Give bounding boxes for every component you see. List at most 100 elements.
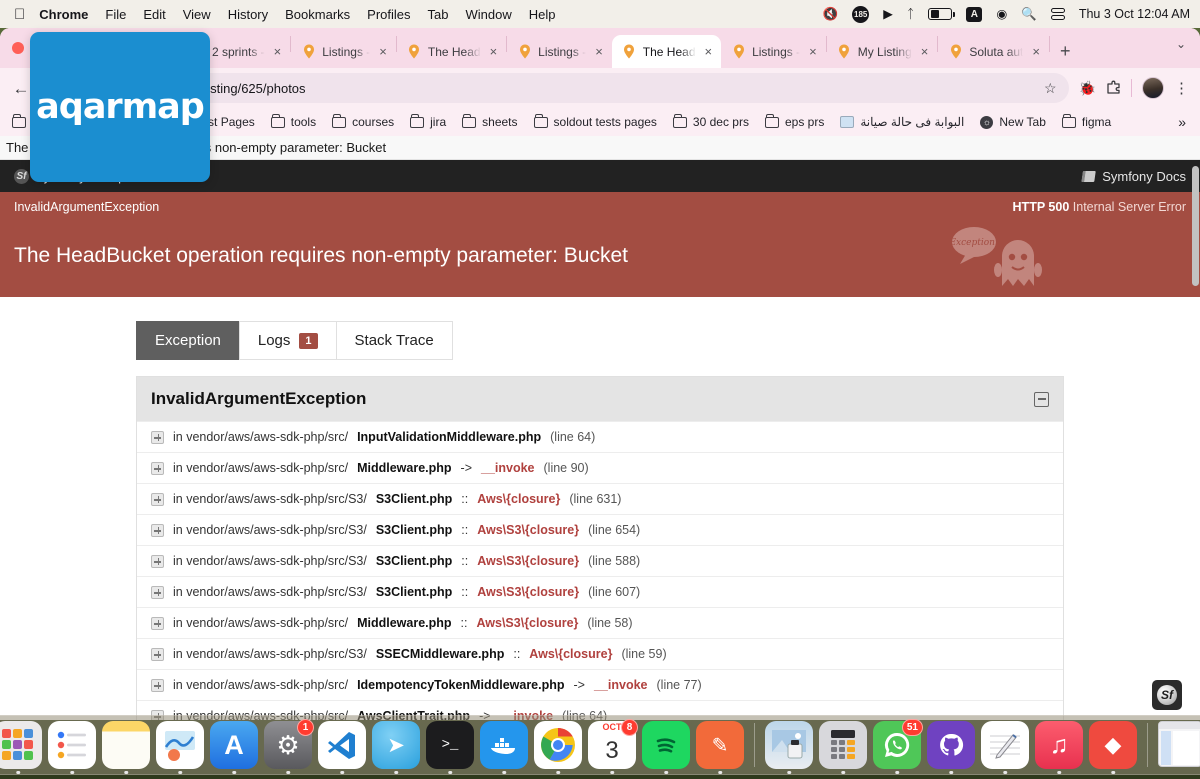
- table-row[interactable]: in vendor/aws/aws-sdk-php/src/Idempotenc…: [137, 669, 1063, 701]
- menu-item-profiles[interactable]: Profiles: [367, 7, 410, 22]
- menu-item-tab[interactable]: Tab: [428, 7, 449, 22]
- chevron-down-icon[interactable]: ⌄: [1166, 35, 1200, 53]
- dock-item-freeform[interactable]: [156, 721, 204, 774]
- bookmark-sheets[interactable]: sheets: [462, 113, 518, 129]
- menu-item-file[interactable]: File: [105, 7, 126, 22]
- dock-item-reminders[interactable]: [48, 721, 96, 774]
- apple-menu-icon[interactable]: : [14, 7, 25, 22]
- extensions-icon[interactable]: [1106, 80, 1121, 97]
- menu-item-window[interactable]: Window: [466, 7, 512, 22]
- wifi-icon[interactable]: ◉: [996, 8, 1007, 21]
- dock-item-preview[interactable]: [765, 721, 813, 774]
- expand-icon[interactable]: [151, 461, 164, 475]
- table-row[interactable]: in vendor/aws/aws-sdk-php/src/S3/S3Clien…: [137, 514, 1063, 546]
- menu-item-help[interactable]: Help: [529, 7, 556, 22]
- close-tab-icon[interactable]: ×: [918, 45, 932, 58]
- bookmark-portal-maintenance[interactable]: البوابة فى حالة صيانة: [840, 115, 964, 129]
- dock-item-notes[interactable]: [102, 721, 150, 774]
- bookmark-courses[interactable]: courses: [332, 113, 394, 129]
- bookmark-30-dec-prs[interactable]: 30 dec prs: [672, 113, 749, 129]
- menu-item-view[interactable]: View: [183, 7, 211, 22]
- dock-item-textedit[interactable]: [981, 721, 1029, 774]
- dock-item-app-store[interactable]: A: [210, 721, 258, 774]
- bookmark-jira[interactable]: jira: [410, 113, 446, 129]
- bookmark-figma[interactable]: figma: [1061, 113, 1111, 129]
- browser-tab[interactable]: Listings - ×: [507, 35, 612, 68]
- dock-item-minimized-window[interactable]: [1158, 721, 1200, 769]
- bookmark-soldout-tests-pages[interactable]: soldout tests pages: [533, 113, 657, 129]
- close-tab-icon[interactable]: ×: [592, 45, 606, 58]
- table-row[interactable]: in vendor/aws/aws-sdk-php/src/S3/SSECMid…: [137, 638, 1063, 670]
- close-tab-icon[interactable]: ×: [806, 45, 820, 58]
- table-row[interactable]: in vendor/aws/aws-sdk-php/src/InputValid…: [137, 421, 1063, 453]
- back-button[interactable]: ←: [10, 80, 32, 97]
- dock-item-vs-code[interactable]: [318, 721, 366, 774]
- expand-icon[interactable]: [151, 523, 164, 537]
- dock-item-telegram[interactable]: ➤: [372, 721, 420, 774]
- dock-item-terminal[interactable]: >_: [426, 721, 474, 774]
- close-tab-icon[interactable]: ×: [487, 45, 501, 58]
- dock-item-spotify[interactable]: [642, 721, 690, 774]
- input-source-icon[interactable]: A: [966, 6, 983, 22]
- bookmarks-overflow-icon[interactable]: »: [1178, 114, 1188, 130]
- symfony-debug-toolbar-button[interactable]: Sf: [1152, 680, 1182, 710]
- browser-tab[interactable]: My Listing ×: [827, 35, 938, 68]
- close-window-button[interactable]: [12, 42, 24, 54]
- battery-icon[interactable]: [928, 8, 956, 20]
- new-tab-button[interactable]: +: [1050, 42, 1081, 68]
- close-tab-icon[interactable]: ×: [271, 45, 285, 58]
- dock-item-docker[interactable]: [480, 721, 528, 774]
- dock-item-whatsapp[interactable]: 51: [873, 719, 923, 774]
- expand-icon[interactable]: [151, 554, 164, 568]
- collapse-icon[interactable]: [1034, 391, 1049, 407]
- table-row[interactable]: in vendor/aws/aws-sdk-php/src/Middleware…: [137, 452, 1063, 484]
- dock-item-calculator[interactable]: [819, 721, 867, 774]
- bug-extension-icon[interactable]: 🐞: [1079, 81, 1096, 95]
- notifications-count-icon[interactable]: 185: [852, 5, 870, 23]
- close-tab-icon[interactable]: ×: [702, 45, 716, 58]
- symfony-docs-link[interactable]: Symfony Docs: [1081, 169, 1186, 184]
- dock-item-calendar[interactable]: OCT 3 8: [588, 719, 638, 774]
- expand-icon[interactable]: [151, 585, 164, 599]
- dock-item-launchpad[interactable]: [0, 721, 42, 774]
- dock-item-anydesk[interactable]: ◆: [1089, 721, 1137, 774]
- table-row[interactable]: in vendor/aws/aws-sdk-php/src/S3/S3Clien…: [137, 545, 1063, 577]
- expand-icon[interactable]: [151, 678, 164, 692]
- browser-tab[interactable]: Listings - ×: [291, 35, 396, 68]
- menu-item-bookmarks[interactable]: Bookmarks: [285, 7, 350, 22]
- menu-item-chrome[interactable]: Chrome: [39, 7, 88, 22]
- browser-menu-icon[interactable]: ⋮: [1174, 79, 1190, 97]
- dock-item-chrome[interactable]: [534, 721, 582, 774]
- menu-item-edit[interactable]: Edit: [143, 7, 165, 22]
- expand-icon[interactable]: [151, 430, 164, 444]
- bookmark-eps-prs[interactable]: eps prs: [764, 113, 824, 129]
- clock[interactable]: Thu 3 Oct 12:04 AM: [1079, 7, 1190, 21]
- dock-item-music[interactable]: ♫: [1035, 721, 1083, 774]
- expand-icon[interactable]: [151, 647, 164, 661]
- search-icon[interactable]: 🔍: [1021, 8, 1037, 21]
- dock-item-github-desktop[interactable]: [927, 721, 975, 774]
- bookmark-new-tab[interactable]: ☼ New Tab: [980, 115, 1046, 129]
- expand-icon[interactable]: [151, 616, 164, 630]
- browser-tab[interactable]: The Head ×: [397, 35, 506, 68]
- bookmark-star-icon[interactable]: ☆: [1044, 80, 1057, 97]
- table-row[interactable]: in vendor/aws/aws-sdk-php/src/Middleware…: [137, 607, 1063, 639]
- tab-exception[interactable]: Exception: [136, 321, 240, 361]
- close-tab-icon[interactable]: ×: [376, 45, 390, 58]
- dock-item-sublime-text[interactable]: ✎: [696, 721, 744, 774]
- play-icon[interactable]: ▶︎: [883, 8, 893, 21]
- browser-tab[interactable]: Soluta aut ×: [938, 35, 1049, 68]
- volume-mute-icon[interactable]: 🔇: [823, 8, 839, 21]
- browser-tab[interactable]: Listings - ×: [721, 35, 826, 68]
- expand-icon[interactable]: [151, 492, 164, 506]
- browser-tab-active[interactable]: The Head ×: [611, 35, 722, 68]
- bookmark-tools[interactable]: tools: [270, 113, 316, 129]
- close-tab-icon[interactable]: ×: [1029, 45, 1043, 58]
- dock-item-system-settings[interactable]: ⚙ 1: [264, 719, 314, 774]
- tab-stack-trace[interactable]: Stack Trace: [335, 321, 453, 361]
- bluetooth-icon[interactable]: ᛏ: [907, 8, 915, 21]
- control-center-icon[interactable]: [1050, 8, 1065, 20]
- table-row[interactable]: in vendor/aws/aws-sdk-php/src/S3/S3Clien…: [137, 483, 1063, 515]
- page-scrollbar[interactable]: [1191, 160, 1200, 720]
- avatar[interactable]: [1142, 77, 1164, 99]
